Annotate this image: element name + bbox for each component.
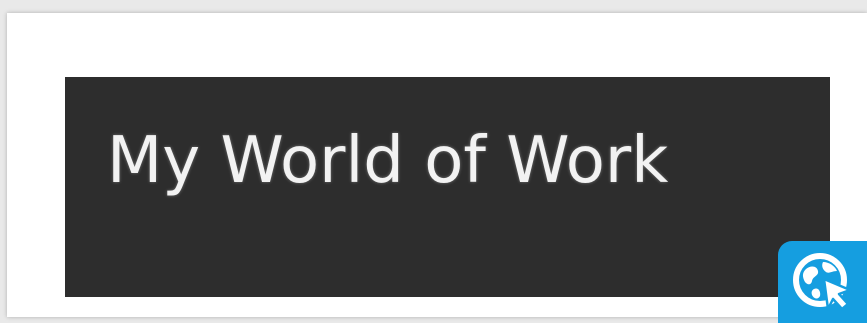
globe-cursor-icon [793,253,852,311]
banner-title: My World of Work [107,124,669,198]
title-banner: My World of Work [65,77,830,297]
page-frame: My World of Work [7,13,867,317]
globe-cursor-badge[interactable] [778,241,867,323]
